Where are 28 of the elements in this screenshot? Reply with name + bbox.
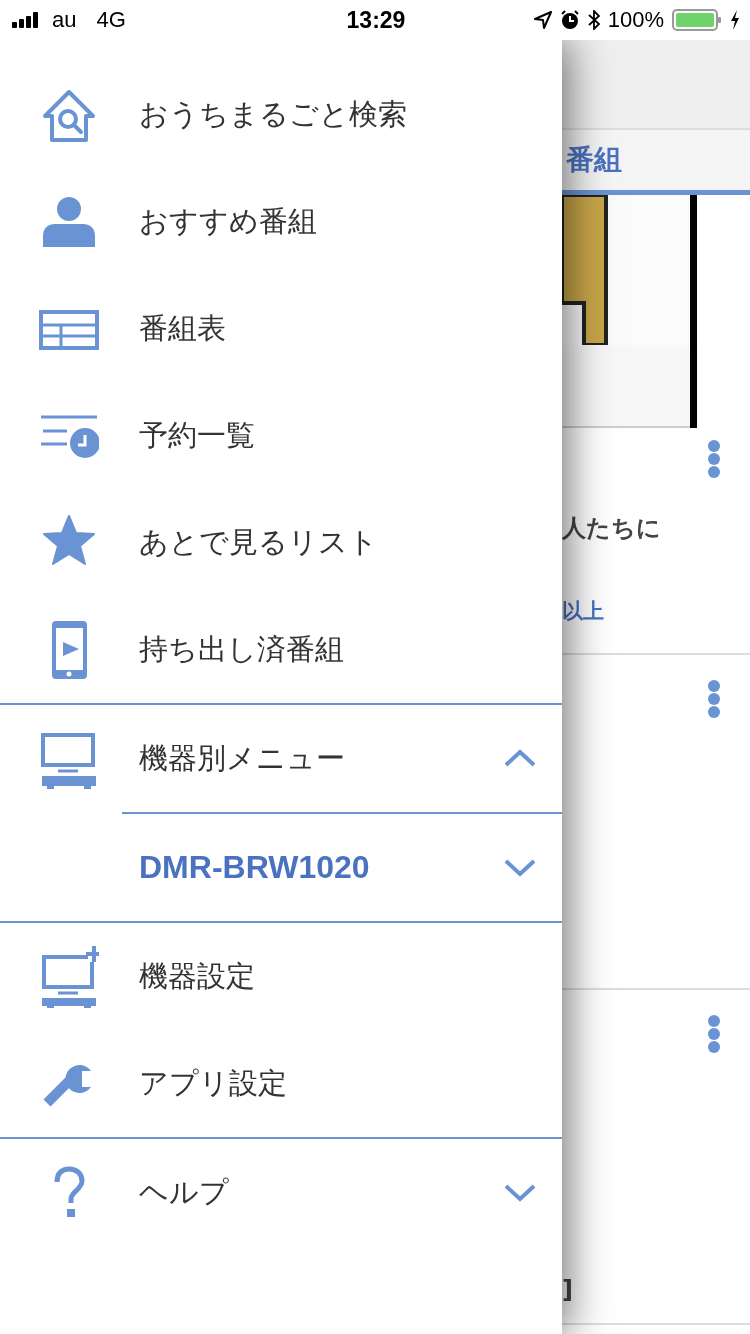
more-icon[interactable] [707, 440, 721, 478]
tv-plus-icon [39, 945, 99, 1008]
menu-item[interactable]: 持ち出し済番組 [0, 596, 562, 703]
menu-item[interactable]: おすすめ番組 [0, 168, 562, 275]
menu-item[interactable]: ヘルプ [0, 1139, 562, 1246]
menu-item[interactable]: 機器設定 [0, 923, 562, 1030]
menu-item[interactable]: あとで見るリスト [0, 489, 562, 596]
more-icon[interactable] [707, 1015, 721, 1053]
location-icon [533, 11, 552, 29]
menu-item[interactable]: おうちまるごと検索 [0, 61, 562, 168]
charging-icon [730, 10, 740, 30]
battery-percent: 100% [607, 7, 664, 33]
battery-icon [672, 9, 722, 31]
program-title: ] [562, 1275, 574, 1305]
tab[interactable]: 番組 [562, 130, 750, 195]
menu-item[interactable]: 予約一覧 [0, 382, 562, 489]
carrier-name: au [52, 7, 77, 33]
menu-item[interactable]: 機器別メニュー [0, 705, 562, 812]
network-type: 4G [96, 7, 126, 33]
more-icon[interactable] [707, 680, 721, 718]
menu-item[interactable]: 番組表 [0, 275, 562, 382]
clock-time: 13:29 [346, 6, 406, 34]
detail-link[interactable]: 以上 [562, 597, 750, 625]
program-title: 人たちに [562, 513, 662, 543]
menu-item[interactable]: アプリ設定 [0, 1030, 562, 1137]
bluetooth-icon [587, 10, 600, 30]
device-item[interactable]: DMR-BRW1020 [122, 812, 562, 921]
alarm-icon [559, 10, 580, 30]
